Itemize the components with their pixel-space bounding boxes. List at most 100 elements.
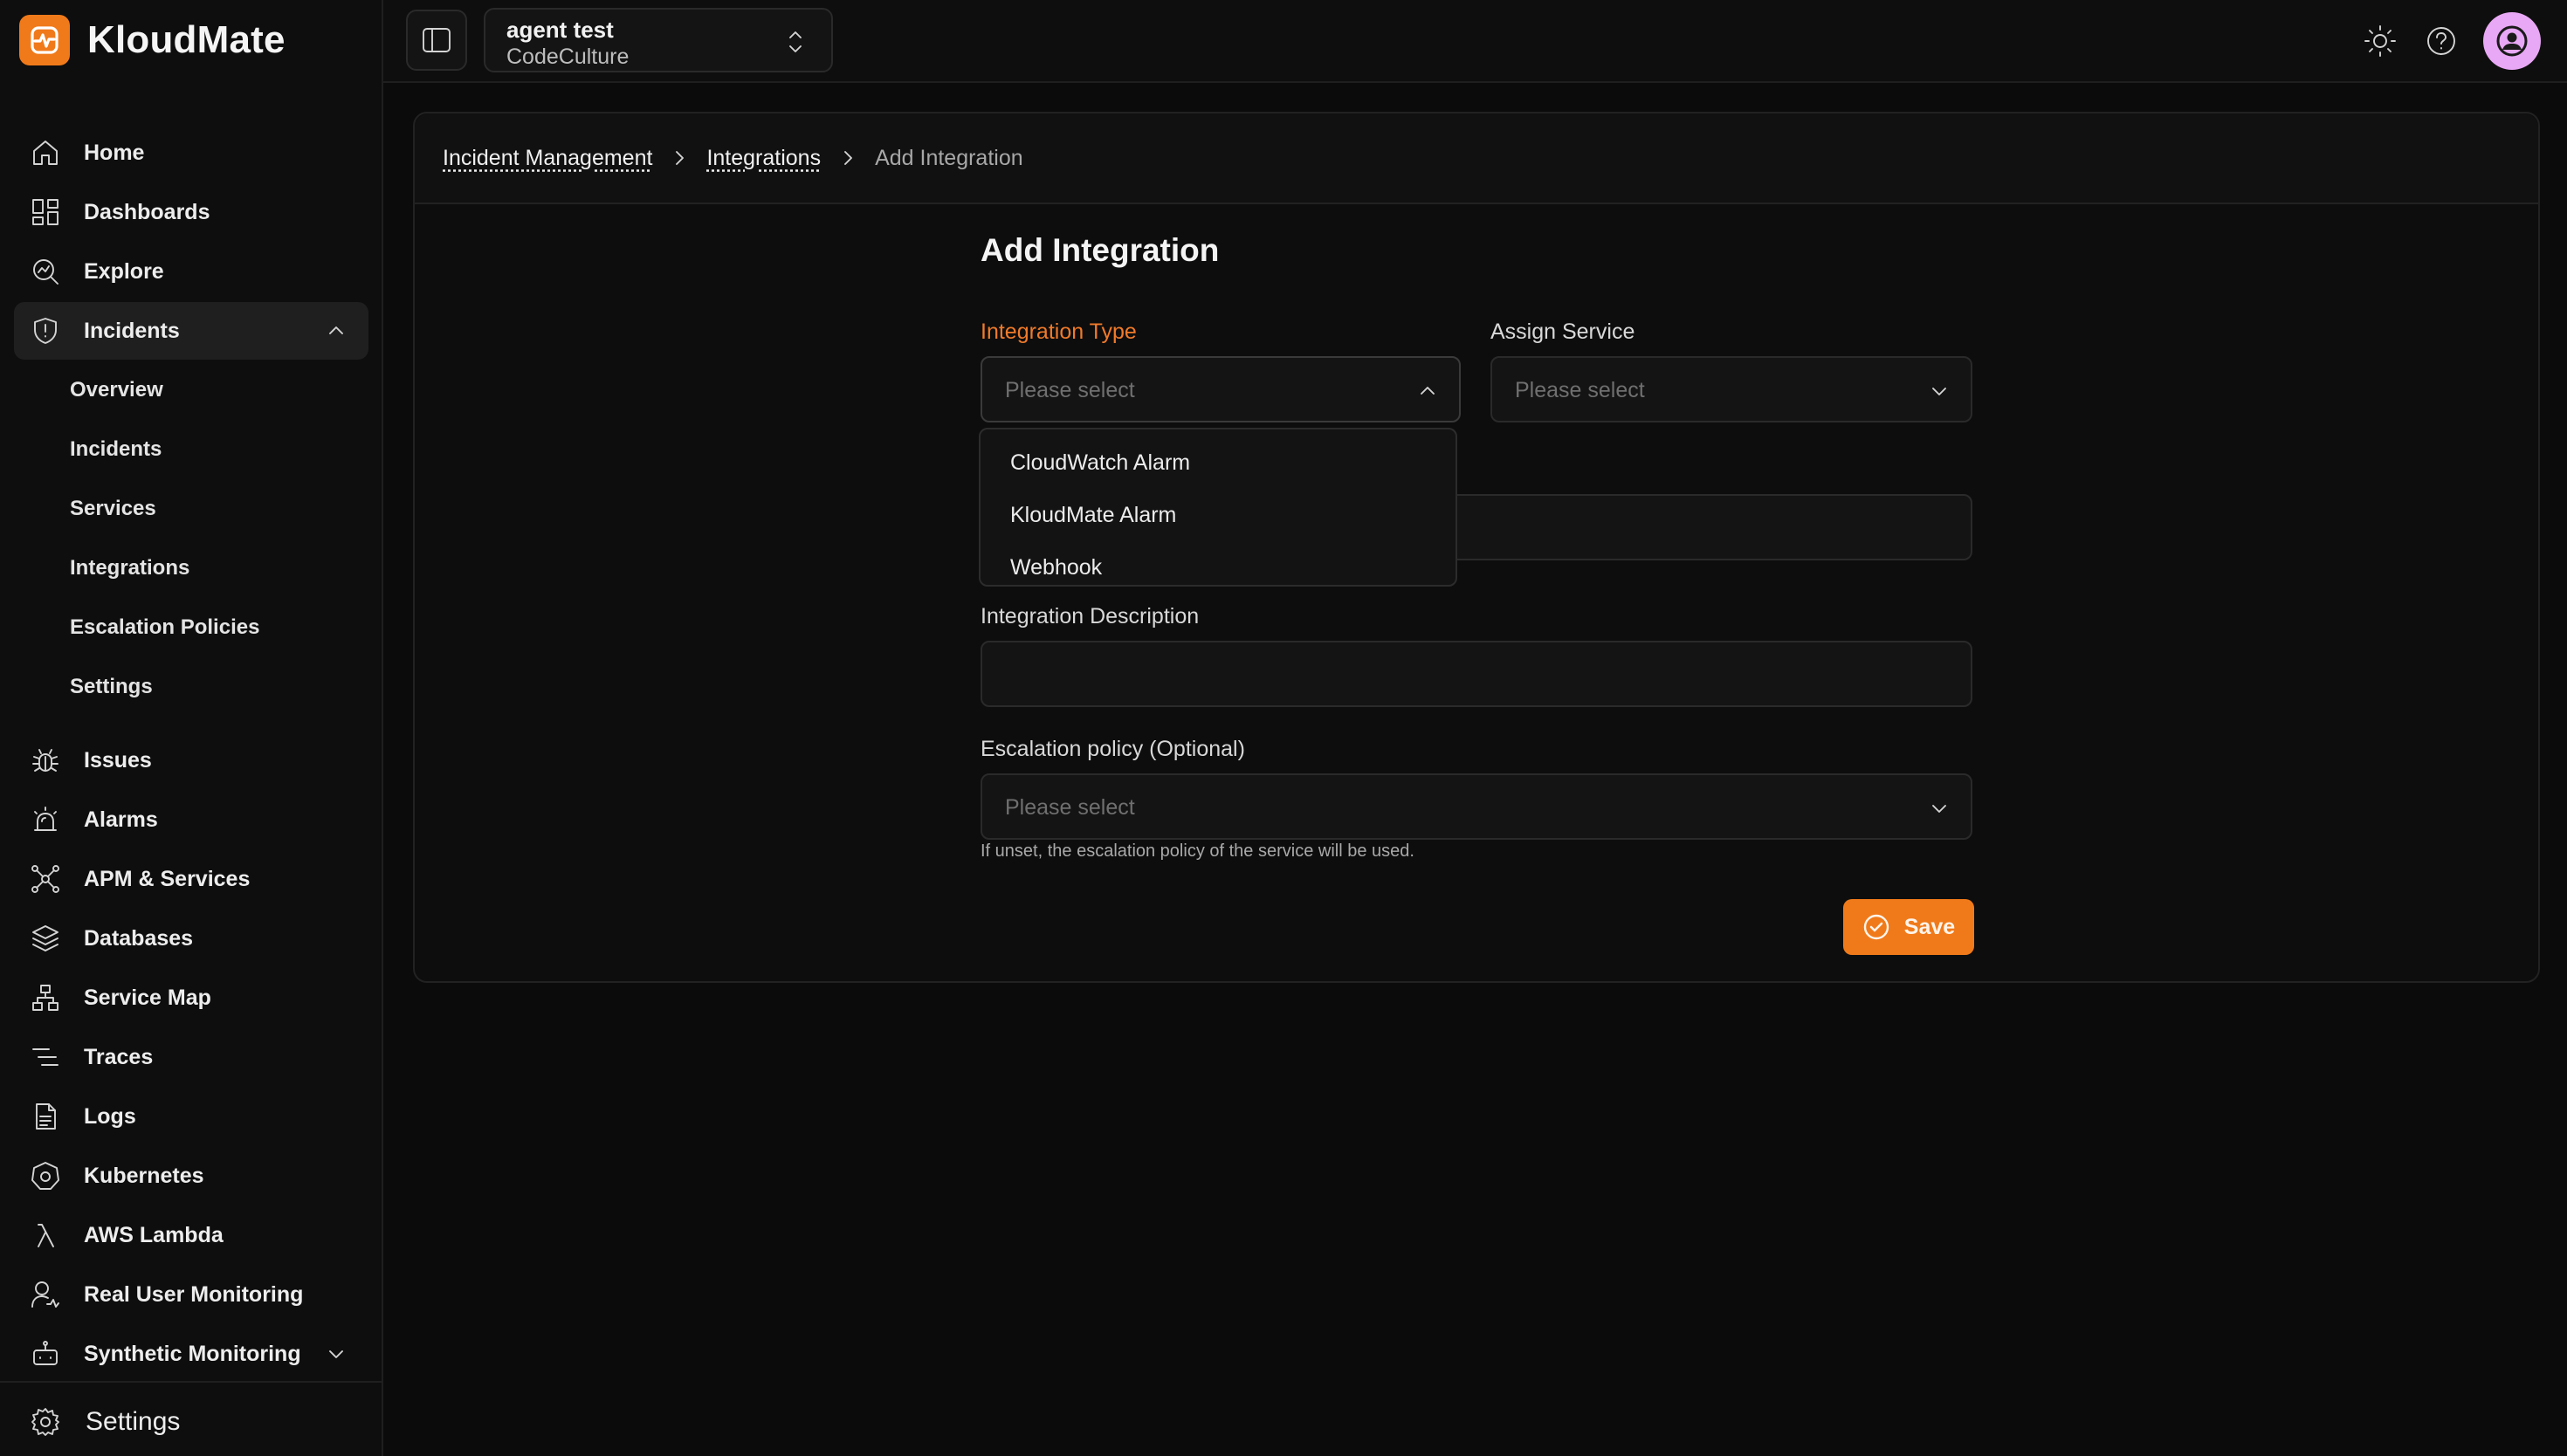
gear-icon — [28, 1404, 63, 1439]
sidebar-item-dashboards[interactable]: Dashboards — [14, 183, 368, 241]
chevron-down-icon[interactable] — [325, 1343, 348, 1365]
sidebar-subitem-services[interactable]: Services — [70, 487, 156, 531]
integration-type-label: Integration Type — [981, 319, 1137, 344]
sidebar-item-label: Logs — [84, 1103, 136, 1129]
add-integration-card: Incident Management Integrations Add Int… — [413, 112, 2540, 983]
option-kloudmate-alarm[interactable]: KloudMate Alarm — [981, 489, 1456, 541]
sidebar-item-incidents[interactable]: Incidents — [14, 302, 368, 360]
sidebar-item-aws-lambda[interactable]: AWS Lambda — [14, 1206, 368, 1264]
chevron-up-icon[interactable] — [325, 319, 348, 342]
sidebar-item-label: Explore — [84, 258, 164, 284]
sidebar-item-logs[interactable]: Logs — [14, 1088, 368, 1145]
sidebar-item-home[interactable]: Home — [14, 124, 368, 182]
sidebar-subitem-settings[interactable]: Settings — [70, 665, 153, 709]
chevron-down-icon — [1929, 381, 1950, 402]
chevron-up-icon — [1417, 381, 1438, 402]
integration-type-dropdown: CloudWatch Alarm KloudMate Alarm Webhook — [979, 428, 1457, 587]
sidebar-item-label: Synthetic Monitoring — [84, 1341, 301, 1366]
sidebar-item-issues[interactable]: Issues — [14, 731, 368, 789]
log-file-icon — [28, 1099, 63, 1134]
sidebar-item-label: APM & Services — [84, 866, 251, 891]
alarm-siren-icon — [28, 802, 63, 837]
sidebar-item-label: Real User Monitoring — [84, 1281, 304, 1307]
org-name: agent test — [506, 17, 614, 43]
kubernetes-icon — [28, 1158, 63, 1193]
sidebar-item-apm-services[interactable]: APM & Services — [14, 850, 368, 908]
sidebar-item-label: Alarms — [84, 807, 158, 832]
assign-service-select[interactable]: Please select — [1490, 356, 1972, 422]
kloudmate-logo-icon — [19, 15, 70, 65]
database-layers-icon — [28, 921, 63, 956]
sidebar-subitem-overview[interactable]: Overview — [70, 368, 163, 412]
org-switcher[interactable]: agent test CodeCulture — [484, 8, 833, 72]
traces-lines-icon — [28, 1040, 63, 1075]
sidebar-item-label: Dashboards — [84, 199, 210, 224]
org-workspace: CodeCulture — [506, 45, 630, 69]
save-button-label: Save — [1903, 914, 1956, 939]
sidebar-item-real-user-monitoring[interactable]: Real User Monitoring — [14, 1266, 368, 1323]
breadcrumb-current: Add Integration — [875, 145, 1023, 170]
integration-type-select[interactable]: Please select — [981, 356, 1461, 422]
chevron-down-icon — [1929, 798, 1950, 819]
service-map-icon — [28, 980, 63, 1015]
option-webhook[interactable]: Webhook — [981, 541, 1456, 594]
sidebar-item-label: Kubernetes — [84, 1163, 204, 1188]
sidebar-item-label: AWS Lambda — [84, 1222, 224, 1247]
chevron-right-icon — [670, 148, 689, 168]
sidebar-item-databases[interactable]: Databases — [14, 910, 368, 967]
select-placeholder: Please select — [1005, 795, 1135, 820]
sidebar-item-settings[interactable]: Settings — [14, 1393, 368, 1451]
integration-description-input[interactable] — [981, 641, 1972, 707]
sidebar-item-label: Databases — [84, 925, 194, 951]
escalation-policy-select[interactable]: Please select — [981, 773, 1972, 840]
home-icon — [28, 135, 63, 170]
top-bar: agent test CodeCulture — [383, 0, 2567, 83]
top-right-actions — [2361, 12, 2541, 70]
sidebar-subitem-escalation-policies[interactable]: Escalation Policies — [70, 606, 259, 649]
sidebar-item-service-map[interactable]: Service Map — [14, 969, 368, 1027]
sidebar-item-traces[interactable]: Traces — [14, 1028, 368, 1086]
breadcrumb-incident-management[interactable]: Incident Management — [443, 146, 652, 171]
apm-network-icon — [28, 862, 63, 896]
sidebar-footer: Settings — [0, 1381, 382, 1456]
sidebar-item-label: Service Map — [84, 985, 211, 1010]
sidebar-item-label: Incidents — [84, 318, 180, 343]
save-button[interactable]: Save — [1843, 899, 1974, 955]
integration-description-label: Integration Description — [981, 604, 1200, 628]
chevron-right-icon — [838, 148, 857, 168]
escalation-policy-label: Escalation policy (Optional) — [981, 737, 1245, 761]
bug-icon — [28, 743, 63, 778]
escalation-policy-hint: If unset, the escalation policy of the s… — [981, 841, 1414, 861]
select-placeholder: Please select — [1515, 378, 1645, 402]
breadcrumb-integrations[interactable]: Integrations — [706, 146, 821, 171]
select-placeholder: Please select — [1005, 378, 1135, 402]
sidebar-item-alarms[interactable]: Alarms — [14, 791, 368, 848]
sidebar-subitem-incidents[interactable]: Incidents — [70, 428, 162, 471]
sidebar-item-label: Settings — [86, 1407, 181, 1436]
avatar[interactable] — [2483, 12, 2541, 70]
sidebar-item-synthetic-monitoring[interactable]: Synthetic Monitoring — [14, 1325, 368, 1383]
page-title: Add Integration — [981, 232, 1220, 268]
chevrons-up-down-icon — [784, 27, 807, 57]
sidebar-item-explore[interactable]: Explore — [14, 243, 368, 300]
brand-name: KloudMate — [87, 18, 286, 61]
lambda-icon — [28, 1218, 63, 1253]
sun-theme-icon[interactable] — [2361, 22, 2399, 60]
shield-alert-icon — [28, 313, 63, 348]
option-cloudwatch-alarm[interactable]: CloudWatch Alarm — [981, 436, 1456, 489]
sidebar-subitem-integrations[interactable]: Integrations — [70, 546, 189, 590]
sidebar-item-label: Home — [84, 140, 145, 165]
brand[interactable]: KloudMate — [19, 14, 286, 66]
explore-search-chart-icon — [28, 254, 63, 289]
sidebar-item-kubernetes[interactable]: Kubernetes — [14, 1147, 368, 1205]
help-icon[interactable] — [2422, 22, 2460, 60]
synthetic-robot-icon — [28, 1336, 63, 1371]
sidebar-toggle-button[interactable] — [406, 10, 467, 71]
panel-left-icon — [420, 24, 453, 57]
sidebar-item-label: Traces — [84, 1044, 154, 1069]
sidebar: KloudMate Home Dashboards Explore Incide… — [0, 0, 383, 1456]
user-monitor-icon — [28, 1277, 63, 1312]
check-circle-icon — [1862, 913, 1890, 941]
breadcrumb: Incident Management Integrations Add Int… — [415, 113, 2538, 204]
sidebar-item-label: Issues — [84, 747, 152, 773]
